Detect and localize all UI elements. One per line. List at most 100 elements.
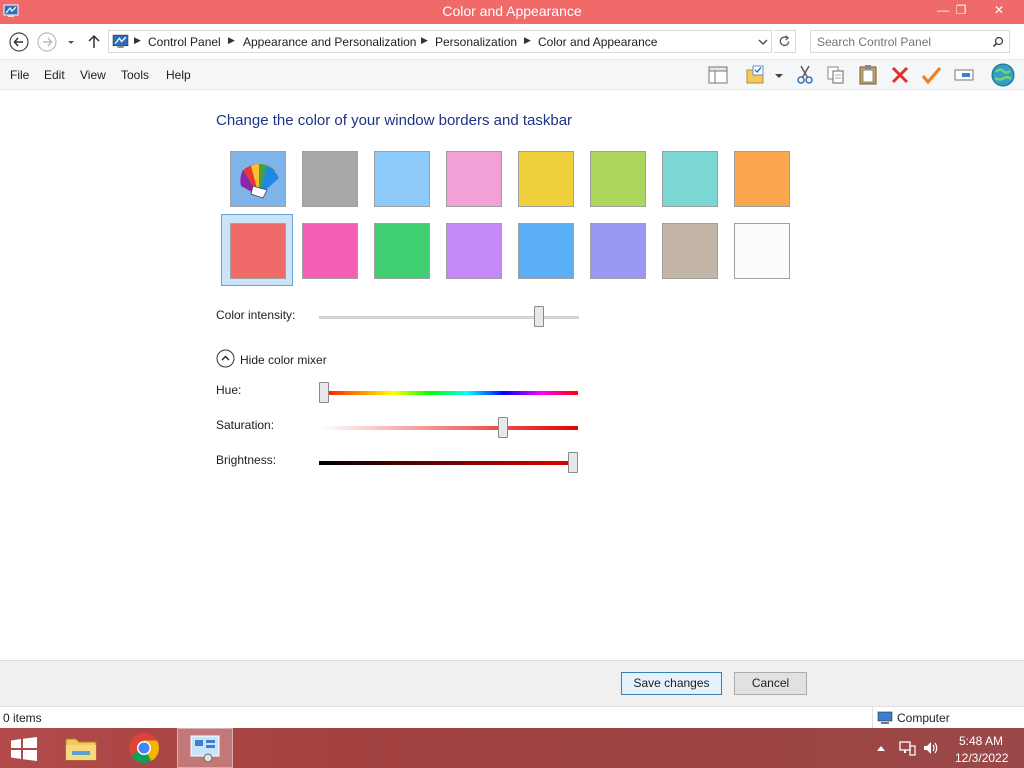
color-swatch[interactable]: [518, 223, 574, 279]
item-count: 0 items: [3, 711, 42, 725]
saturation-slider[interactable]: [498, 417, 509, 438]
refresh-button[interactable]: [774, 30, 796, 53]
saturation-label: Saturation:: [216, 418, 275, 432]
swatch-yellow[interactable]: [516, 149, 574, 207]
swatch-sky[interactable]: [372, 149, 430, 207]
color-swatch[interactable]: [518, 151, 574, 207]
brightness-track[interactable]: [319, 461, 578, 465]
dialog-footer: Save changes Cancel: [0, 660, 1024, 706]
back-button[interactable]: [8, 31, 30, 53]
menu-help[interactable]: Help: [166, 68, 191, 82]
chrome-icon: [129, 733, 160, 764]
swatch-taupe[interactable]: [660, 221, 718, 279]
restore-button[interactable]: ❐: [946, 0, 976, 22]
hue-track[interactable]: [319, 391, 578, 395]
save-changes-button[interactable]: Save changes: [621, 672, 722, 695]
breadcrumb-color-appearance[interactable]: Color and Appearance: [538, 35, 657, 49]
taskbar-chrome[interactable]: [116, 728, 172, 768]
color-swatch[interactable]: [230, 151, 286, 207]
cancel-button[interactable]: Cancel: [734, 672, 807, 695]
chevron-down-icon[interactable]: [757, 36, 769, 48]
chevron-right-icon[interactable]: ▶: [228, 35, 235, 46]
network-icon[interactable]: [898, 740, 916, 756]
recent-locations-dropdown[interactable]: [64, 31, 78, 53]
swatch-violet[interactable]: [444, 221, 502, 279]
color-swatch[interactable]: [662, 151, 718, 207]
breadcrumb-personalization[interactable]: Personalization: [435, 35, 517, 49]
swatch-blue[interactable]: [516, 221, 574, 279]
search-input[interactable]: [817, 34, 987, 49]
folder-check-icon[interactable]: [745, 64, 767, 86]
delete-icon[interactable]: [889, 64, 911, 86]
color-swatch[interactable]: [302, 223, 358, 279]
computer-icon: [877, 711, 893, 724]
search-box[interactable]: [810, 30, 1010, 53]
windows-start-icon[interactable]: [10, 737, 38, 761]
swatch-automatic[interactable]: [228, 149, 286, 207]
swatch-lime[interactable]: [588, 149, 646, 207]
chevron-up-icon[interactable]: [876, 744, 886, 752]
clock-date[interactable]: 12/3/2022: [955, 751, 1008, 765]
status-divider: [872, 707, 873, 728]
swatch-gray[interactable]: [300, 149, 358, 207]
chevron-right-icon[interactable]: ▶: [421, 35, 428, 46]
checkmark-icon[interactable]: [920, 64, 942, 86]
swatch-pink[interactable]: [444, 149, 502, 207]
address-bar[interactable]: ▶ Control Panel ▶ Appearance and Persona…: [108, 30, 772, 53]
taskbar: 5:48 AM 12/3/2022: [0, 728, 1024, 768]
swatch-white[interactable]: [732, 221, 790, 279]
rename-icon[interactable]: [953, 64, 975, 86]
chevron-up-icon[interactable]: [216, 349, 235, 368]
swatch-teal[interactable]: [660, 149, 718, 207]
volume-icon[interactable]: [922, 740, 940, 756]
taskbar-file-explorer[interactable]: [54, 728, 110, 768]
breadcrumb-control-panel[interactable]: Control Panel: [148, 35, 221, 49]
address-row: ▶ Control Panel ▶ Appearance and Persona…: [0, 24, 1024, 60]
color-swatch[interactable]: [374, 223, 430, 279]
brightness-slider[interactable]: [568, 452, 578, 473]
color-swatch[interactable]: [446, 223, 502, 279]
color-swatch[interactable]: [590, 223, 646, 279]
breadcrumb-appearance-personalization[interactable]: Appearance and Personalization: [243, 35, 416, 49]
up-button[interactable]: [84, 31, 104, 53]
taskbar-control-panel[interactable]: [177, 728, 233, 768]
forward-button[interactable]: [36, 31, 58, 53]
search-icon[interactable]: [992, 36, 1004, 48]
menu-view[interactable]: View: [80, 68, 106, 82]
globe-icon[interactable]: [990, 62, 1016, 88]
hue-slider[interactable]: [319, 382, 329, 403]
chevron-right-icon[interactable]: ▶: [524, 35, 531, 46]
color-swatch[interactable]: [230, 223, 286, 279]
color-swatch[interactable]: [302, 151, 358, 207]
menu-bar: File Edit View Tools Help: [0, 60, 1024, 90]
layout-pane-icon[interactable]: [707, 64, 729, 86]
refresh-icon: [779, 35, 790, 47]
clock-time[interactable]: 5:48 AM: [959, 734, 1003, 748]
cut-icon[interactable]: [794, 64, 816, 86]
color-swatch[interactable]: [662, 223, 718, 279]
swatch-periwinkle[interactable]: [588, 221, 646, 279]
menu-edit[interactable]: Edit: [44, 68, 65, 82]
color-swatch[interactable]: [590, 151, 646, 207]
close-button[interactable]: ✕: [984, 0, 1014, 22]
paste-icon[interactable]: [857, 64, 879, 86]
control-panel-icon: [190, 735, 220, 763]
copy-icon[interactable]: [825, 64, 847, 86]
color-swatch[interactable]: [374, 151, 430, 207]
chevron-right-icon[interactable]: ▶: [134, 35, 141, 46]
swatch-magenta[interactable]: [300, 221, 358, 279]
title-bar: Color and Appearance — ❐ ✕: [0, 0, 1024, 24]
hide-color-mixer-link[interactable]: Hide color mixer: [240, 353, 327, 367]
swatch-orange[interactable]: [732, 149, 790, 207]
dropdown-arrow-icon[interactable]: [772, 64, 786, 86]
color-swatch[interactable]: [734, 151, 790, 207]
menu-tools[interactable]: Tools: [121, 68, 149, 82]
swatch-green[interactable]: [372, 221, 430, 279]
color-swatch[interactable]: [446, 151, 502, 207]
menu-file[interactable]: File: [10, 68, 29, 82]
color-intensity-slider[interactable]: [534, 306, 544, 327]
swatch-red-selected[interactable]: [221, 214, 293, 286]
saturation-track[interactable]: [319, 426, 578, 430]
folder-icon: [65, 738, 97, 761]
color-swatch[interactable]: [734, 223, 790, 279]
